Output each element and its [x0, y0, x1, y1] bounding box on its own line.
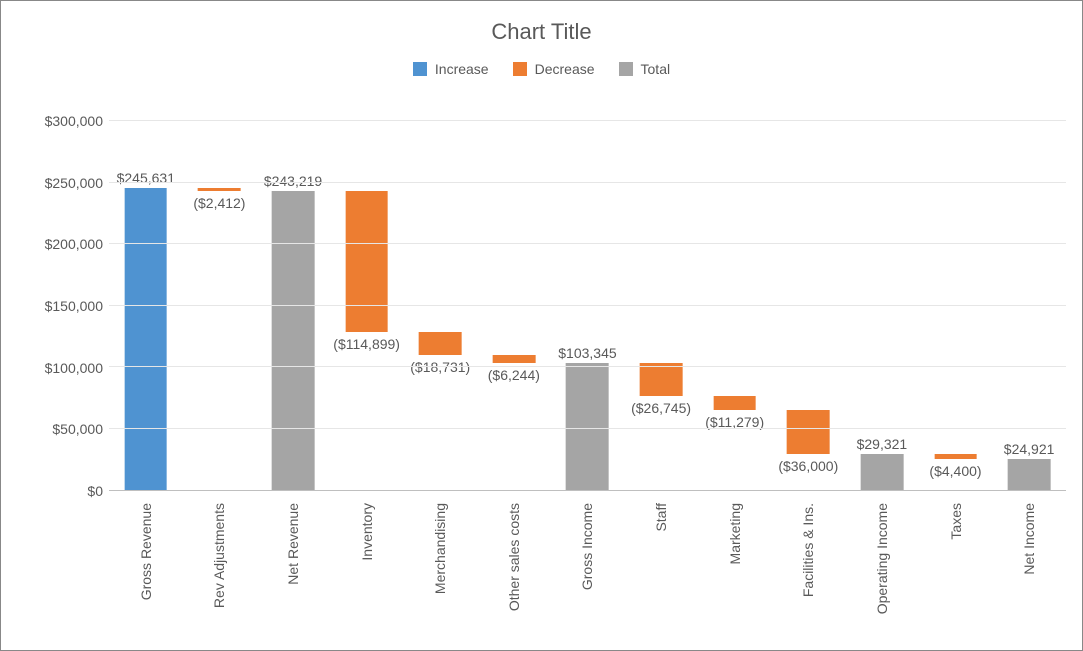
- data-label: ($36,000): [778, 458, 838, 474]
- x-tick-label: Inventory: [359, 503, 375, 561]
- legend-item-decrease: Decrease: [513, 61, 595, 77]
- y-tick-label: $300,000: [45, 113, 103, 129]
- data-label: ($6,244): [488, 367, 540, 383]
- bar-decrease: [787, 410, 830, 454]
- bar-decrease: [713, 396, 756, 410]
- x-tick-label: Rev Adjustments: [211, 503, 227, 608]
- legend-item-increase: Increase: [413, 61, 489, 77]
- x-tick-label: Marketing: [727, 503, 743, 564]
- y-axis: $0$50,000$100,000$150,000$200,000$250,00…: [39, 121, 109, 491]
- bar-slot: ($18,731): [403, 121, 477, 490]
- x-tick-label: Operating Income: [874, 503, 890, 614]
- bar-total: [272, 191, 315, 490]
- waterfall-chart: Chart Title Increase Decrease Total $0 $5…: [0, 0, 1083, 651]
- legend-swatch-increase: [413, 62, 427, 76]
- y-tick-label: $250,000: [45, 175, 103, 191]
- grid-line: [109, 243, 1066, 244]
- bar-decrease: [934, 454, 977, 459]
- y-tick-label: $200,000: [45, 236, 103, 252]
- bar-slot: $103,345: [551, 121, 625, 490]
- bar-decrease: [419, 332, 462, 355]
- data-label: $24,921: [1004, 441, 1055, 457]
- bar-slot: ($4,400): [919, 121, 993, 490]
- bar-decrease: [345, 191, 388, 332]
- bar-decrease: [640, 363, 683, 396]
- bar-slot: ($114,899): [330, 121, 404, 490]
- legend-label-total: Total: [641, 61, 671, 77]
- data-label: ($18,731): [410, 359, 470, 375]
- y-tick-label: $150,000: [45, 298, 103, 314]
- bar-slot: ($6,244): [477, 121, 551, 490]
- x-tick-label: Merchandising: [432, 503, 448, 594]
- bar-slot: $29,321: [845, 121, 919, 490]
- x-tick-label: Taxes: [948, 503, 964, 540]
- bar-slot: ($11,279): [698, 121, 772, 490]
- grid-line: [109, 120, 1066, 121]
- data-label: ($4,400): [929, 463, 981, 479]
- grid-line: [109, 305, 1066, 306]
- y-tick-label: $100,000: [45, 360, 103, 376]
- data-label: $29,321: [857, 436, 908, 452]
- x-tick-label: Facilities & Ins.: [800, 503, 816, 597]
- data-label: $103,345: [558, 345, 616, 361]
- bar-total: [861, 454, 904, 490]
- y-tick-label: $0: [87, 483, 103, 499]
- data-label: ($114,899): [333, 336, 400, 352]
- grid-line: [109, 428, 1066, 429]
- legend-label-decrease: Decrease: [535, 61, 595, 77]
- bar-slot: $243,219: [256, 121, 330, 490]
- legend-swatch-total: [619, 62, 633, 76]
- bar-slot: $245,631: [109, 121, 183, 490]
- bar-slot: ($36,000): [771, 121, 845, 490]
- legend: Increase Decrease Total: [1, 61, 1082, 77]
- plot-area: $0$50,000$100,000$150,000$200,000$250,00…: [39, 121, 1066, 491]
- bar-decrease: [198, 188, 241, 191]
- bar-total: [1008, 459, 1051, 490]
- bar-total: [566, 363, 609, 490]
- y-tick-label: $50,000: [52, 421, 103, 437]
- bar-slot: ($26,745): [624, 121, 698, 490]
- bar-slot: ($2,412): [183, 121, 257, 490]
- bar-decrease: [493, 355, 536, 363]
- legend-item-total: Total: [619, 61, 671, 77]
- bar-increase: [124, 188, 167, 490]
- grid-line: [109, 182, 1066, 183]
- data-label: $245,631: [117, 170, 175, 186]
- legend-swatch-decrease: [513, 62, 527, 76]
- x-tick-label: Gross Revenue: [138, 503, 154, 600]
- x-tick-label: Net Revenue: [285, 503, 301, 585]
- plot: $245,631 ($2,412) $243,219($114,899) ($18,7…: [109, 121, 1066, 491]
- grid-line: [109, 366, 1066, 367]
- x-tick-label: Staff: [653, 503, 669, 532]
- data-label: ($2,412): [193, 195, 245, 211]
- legend-label-increase: Increase: [435, 61, 489, 77]
- data-label: ($26,745): [631, 400, 691, 416]
- chart-title: Chart Title: [1, 1, 1082, 45]
- bars-container: $245,631 ($2,412) $243,219($114,899) ($18,7…: [109, 121, 1066, 490]
- bar-slot: $24,921: [992, 121, 1066, 490]
- x-tick-label: Net Income: [1021, 503, 1037, 575]
- x-tick-label: Other sales costs: [506, 503, 522, 611]
- x-tick-label: Gross Income: [579, 503, 595, 590]
